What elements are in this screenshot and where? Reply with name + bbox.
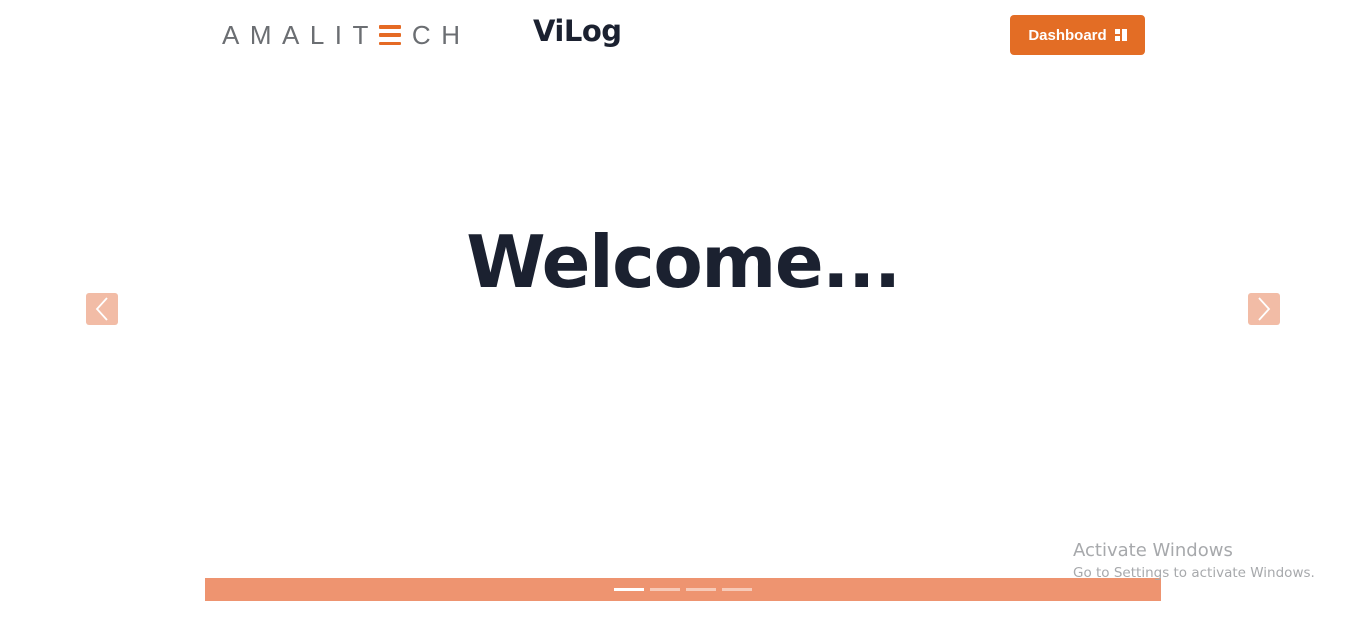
dashboard-button[interactable]: Dashboard [1010, 15, 1145, 55]
dashboard-grid-icon [1114, 29, 1127, 41]
carousel-next-button[interactable] [1248, 293, 1280, 325]
carousel-indicator-4[interactable] [722, 588, 752, 591]
logo-text-right: CH [411, 19, 471, 50]
slide-heading: Welcome... [466, 220, 901, 304]
carousel-indicator-2[interactable] [650, 588, 680, 591]
carousel-indicator-1[interactable] [614, 588, 644, 591]
logo-e-mark-icon [378, 25, 401, 45]
carousel-prev-button[interactable] [86, 293, 118, 325]
dashboard-button-label: Dashboard [1028, 26, 1107, 44]
windows-activation-watermark: Activate Windows Go to Settings to activ… [1073, 540, 1315, 583]
logo-text-left: AMALIT [222, 19, 379, 50]
amalitech-logo: AMALIT CH [222, 20, 470, 50]
page: AMALIT CH ViLog Dashboard Welcome... Act… [0, 0, 1366, 617]
app-title: ViLog [533, 14, 622, 48]
chevron-left-icon [95, 297, 108, 321]
carousel-indicator-3[interactable] [686, 588, 716, 591]
watermark-title: Activate Windows [1073, 540, 1233, 561]
carousel-indicator-bar [205, 578, 1161, 601]
chevron-right-icon [1258, 297, 1271, 321]
